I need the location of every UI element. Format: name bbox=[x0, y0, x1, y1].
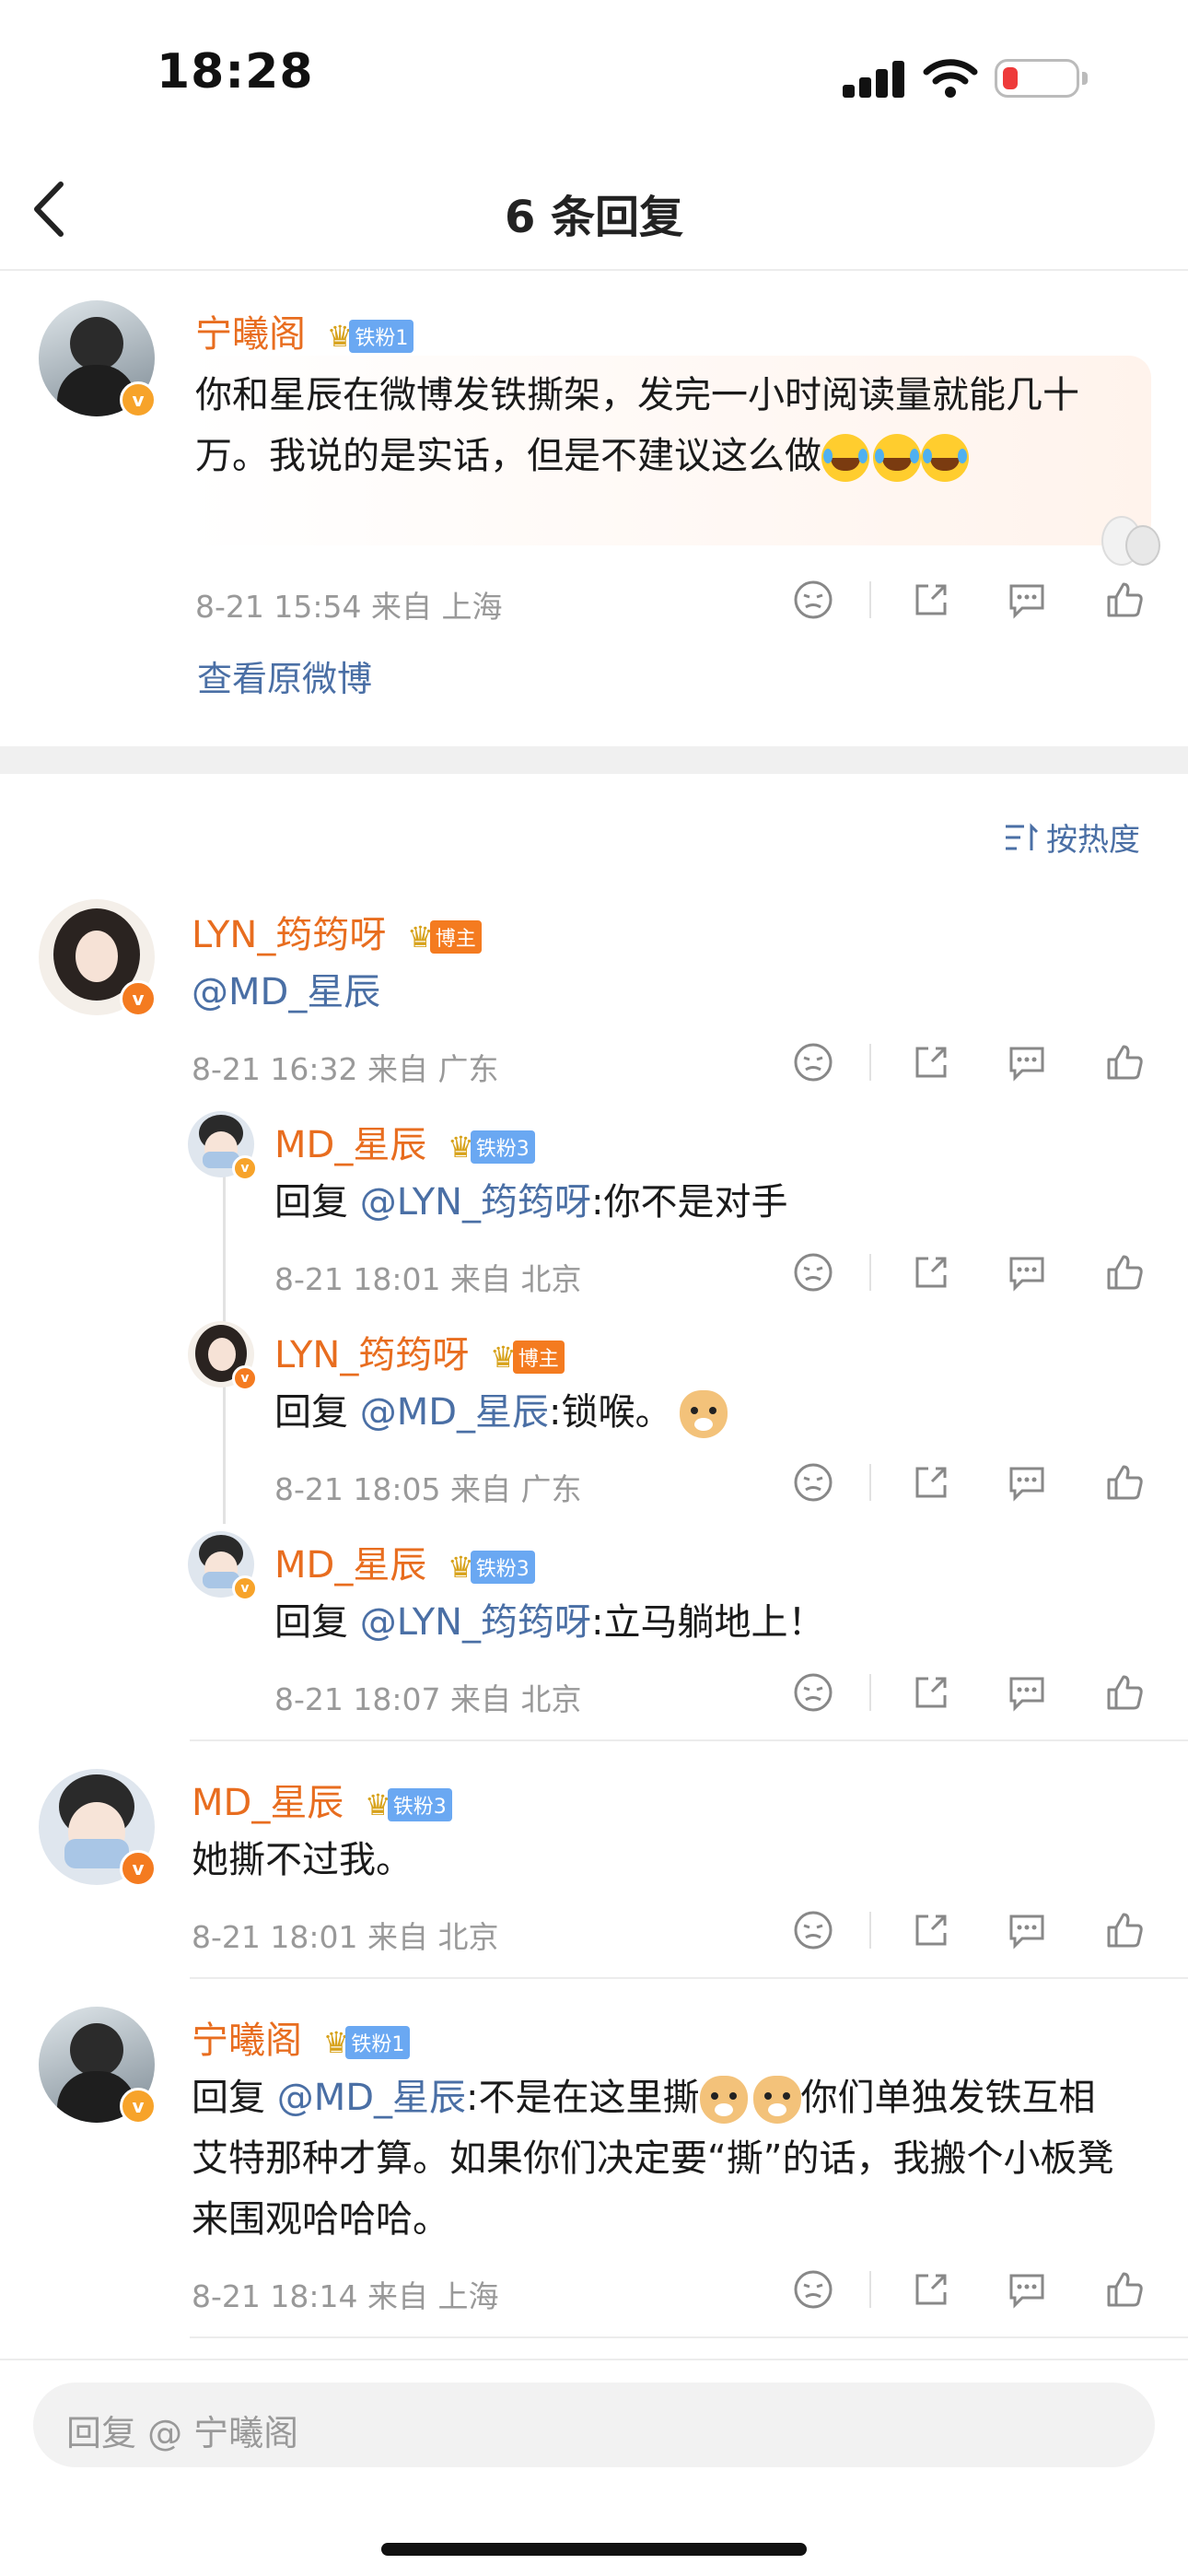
comment-author[interactable]: 宁曦阁 ♛ 铁粉1 bbox=[195, 304, 414, 357]
verified-badge-icon: v bbox=[120, 381, 157, 418]
fan-badge: ♛ 铁粉3 bbox=[448, 1130, 535, 1164]
dislike-icon[interactable] bbox=[792, 1671, 834, 1714]
comment-icon[interactable] bbox=[1006, 1251, 1048, 1294]
dislike-icon[interactable] bbox=[792, 579, 834, 621]
share-icon[interactable] bbox=[910, 1909, 952, 1951]
share-icon[interactable] bbox=[910, 1671, 952, 1714]
verified-badge-icon: v bbox=[232, 1575, 258, 1601]
view-original-link[interactable]: 查看原微博 bbox=[197, 650, 372, 701]
cellular-signal-icon bbox=[843, 61, 905, 98]
row-divider bbox=[190, 2336, 1188, 2338]
blogger-badge: ♛ 博主 bbox=[407, 920, 482, 954]
reply-author[interactable]: MD_星辰 ♛ 铁粉3 bbox=[274, 1115, 535, 1168]
comment-icon[interactable] bbox=[1006, 2268, 1048, 2311]
reply-author[interactable]: MD_星辰 ♛ 铁粉3 bbox=[274, 1535, 535, 1588]
comment-icon[interactable] bbox=[1006, 1461, 1048, 1504]
fan-badge: ♛ 铁粉3 bbox=[365, 1788, 452, 1821]
reply-author[interactable]: LYN_筠筠呀 ♛ 博主 bbox=[192, 905, 482, 958]
like-icon[interactable] bbox=[1103, 1461, 1146, 1504]
reply-actions bbox=[0, 2266, 1188, 2313]
battery-icon bbox=[995, 59, 1088, 98]
dislike-icon[interactable] bbox=[792, 2268, 834, 2311]
comment-icon[interactable] bbox=[1006, 1909, 1048, 1951]
doge-emoji-icon bbox=[752, 2076, 801, 2124]
fan-badge: ♛ 铁粉3 bbox=[448, 1551, 535, 1584]
reply-author[interactable]: 宁曦阁 ♛ 铁粉1 bbox=[192, 2010, 411, 2064]
dislike-icon[interactable] bbox=[792, 1041, 834, 1083]
status-time: 18:28 bbox=[157, 44, 314, 100]
like-icon[interactable] bbox=[1103, 1041, 1146, 1083]
verified-badge-icon: v bbox=[232, 1365, 258, 1391]
input-divider bbox=[0, 2359, 1188, 2360]
like-icon[interactable] bbox=[1103, 1671, 1146, 1714]
nav-divider bbox=[0, 269, 1188, 271]
reply-text: 回复 @MD_星辰:不是在这里撕 你们单独发铁互相艾特那种才算。如果你们决定要“撕… bbox=[192, 2076, 1114, 2241]
dislike-icon[interactable] bbox=[792, 1251, 834, 1294]
row-divider bbox=[190, 1739, 1188, 1741]
reply-input-placeholder: 回复 @ 宁曦阁 bbox=[66, 2413, 299, 2453]
reply-text: 回复 @LYN_筠筠呀:你不是对手 bbox=[274, 1181, 788, 1224]
blogger-badge: ♛ 博主 bbox=[490, 1341, 565, 1374]
section-separator bbox=[0, 746, 1188, 774]
like-icon[interactable] bbox=[1103, 579, 1146, 621]
like-icon[interactable] bbox=[1103, 1909, 1146, 1951]
comment-text: 你和星辰在微博发铁撕架，发完一小时阅读量就能几十万。我说的是实话，但是不建议这么… bbox=[195, 365, 1116, 486]
row-divider bbox=[190, 1977, 1188, 1979]
reply-author[interactable]: LYN_筠筠呀 ♛ 博主 bbox=[274, 1325, 565, 1378]
dislike-icon[interactable] bbox=[792, 1461, 834, 1504]
comment-icon[interactable] bbox=[1006, 1671, 1048, 1714]
share-icon[interactable] bbox=[910, 579, 952, 621]
fan-badge: ♛ 铁粉1 bbox=[327, 320, 414, 353]
share-icon[interactable] bbox=[910, 2268, 952, 2311]
reply-text: 回复 @LYN_筠筠呀:立马躺地上！ bbox=[274, 1601, 825, 1644]
fan-badge: ♛ 铁粉1 bbox=[323, 2026, 411, 2059]
like-icon[interactable] bbox=[1103, 2268, 1146, 2311]
sticker-icon bbox=[1098, 509, 1160, 568]
reply-actions bbox=[0, 1039, 1188, 1085]
doge-emoji-icon bbox=[699, 2076, 748, 2124]
reply-text: 她撕不过我。 bbox=[192, 1839, 413, 1881]
reply-text: 回复 @MD_星辰:锁喉。 bbox=[274, 1382, 728, 1443]
like-icon[interactable] bbox=[1103, 1251, 1146, 1294]
reply-actions bbox=[0, 1907, 1188, 1953]
share-icon[interactable] bbox=[910, 1041, 952, 1083]
sort-button[interactable]: 按热度 bbox=[1002, 814, 1140, 860]
reply-actions bbox=[0, 1459, 1188, 1505]
verified-badge-icon: v bbox=[120, 980, 157, 1017]
home-indicator bbox=[381, 2543, 807, 2556]
verified-badge-icon: v bbox=[232, 1155, 258, 1181]
reply-author[interactable]: MD_星辰 ♛ 铁粉3 bbox=[192, 1773, 452, 1826]
reply-actions bbox=[0, 1249, 1188, 1295]
comment-actions bbox=[0, 577, 1188, 623]
page-title: 6 条回复 bbox=[504, 192, 684, 243]
share-icon[interactable] bbox=[910, 1251, 952, 1294]
dislike-icon[interactable] bbox=[792, 1909, 834, 1951]
laugh-cry-emoji-icon bbox=[921, 434, 969, 482]
wifi-icon bbox=[923, 59, 978, 98]
doge-emoji-icon bbox=[679, 1390, 728, 1438]
share-icon[interactable] bbox=[910, 1461, 952, 1504]
comment-icon[interactable] bbox=[1006, 579, 1048, 621]
verified-badge-icon: v bbox=[120, 1850, 157, 1887]
reply-actions bbox=[0, 1669, 1188, 1715]
sort-icon bbox=[1006, 822, 1039, 850]
laugh-cry-emoji-icon bbox=[821, 434, 869, 482]
reply-text[interactable]: @MD_星辰 bbox=[192, 962, 380, 1023]
verified-badge-icon: v bbox=[120, 2088, 157, 2125]
comment-icon[interactable] bbox=[1006, 1041, 1048, 1083]
laugh-cry-emoji-icon bbox=[873, 434, 921, 482]
